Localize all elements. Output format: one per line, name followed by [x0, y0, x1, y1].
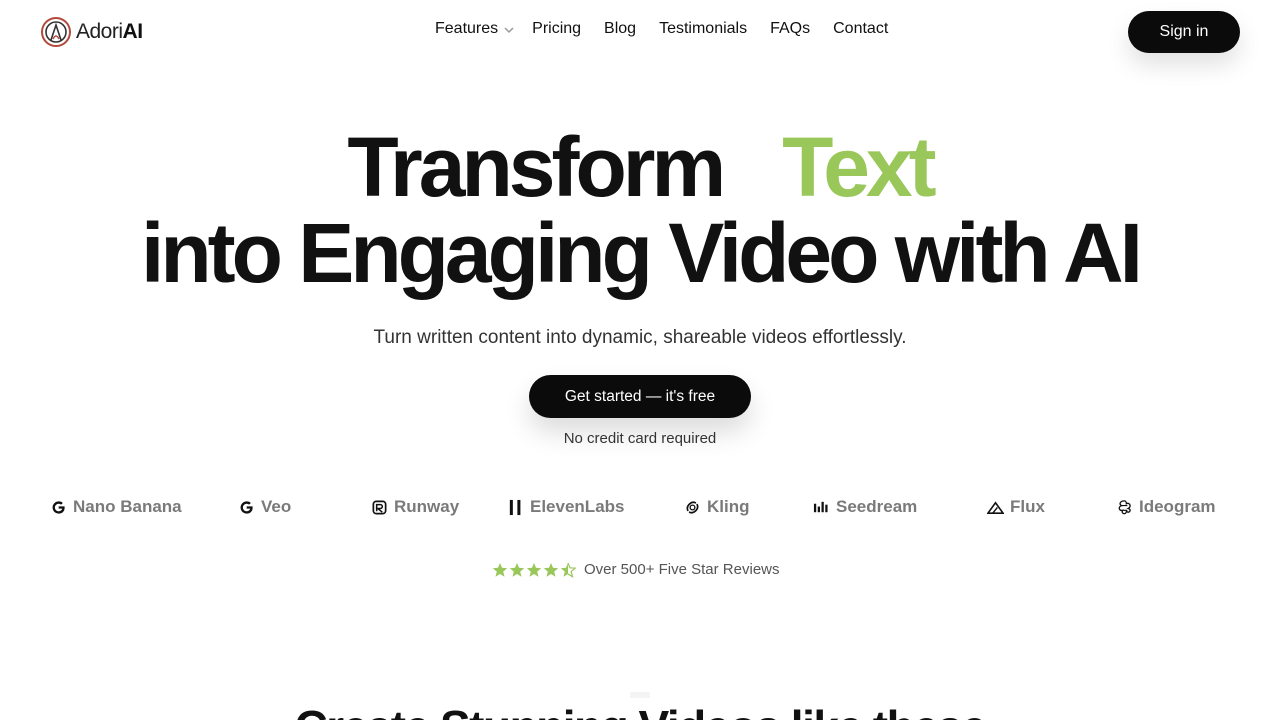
hero-title-transform: Transform [347, 120, 726, 214]
google-icon [52, 500, 65, 514]
runway-icon [372, 500, 387, 514]
model-name: Runway [394, 497, 460, 516]
seedream-icon [813, 501, 828, 512]
chevron-down-icon [504, 27, 514, 34]
nav-features[interactable]: Features [435, 20, 516, 38]
section-marker [630, 692, 650, 698]
model-runway: Runway [371, 497, 459, 517]
nav-testimonials[interactable]: Testimonials [659, 20, 747, 38]
star-rating [492, 562, 576, 578]
model-name: Flux [1010, 497, 1045, 516]
site-header: AdoriAI Features Pricing Blog Testimonia… [0, 0, 1280, 64]
adori-logo[interactable]: AdoriAI [40, 16, 143, 48]
hero-title-line1: Transform Text [0, 122, 1280, 212]
rating-row: Over 500+ Five Star Reviews [492, 561, 780, 578]
logo-icon [41, 17, 71, 47]
model-ideogram: Ideogram [1116, 497, 1216, 517]
ideogram-icon [1118, 499, 1131, 514]
model-name: ElevenLabs [530, 497, 625, 516]
nav-contact[interactable]: Contact [833, 20, 888, 38]
star-icon [526, 562, 542, 577]
model-flux: Flux [987, 497, 1045, 517]
rating-text: Over 500+ Five Star Reviews [584, 561, 780, 578]
hero-subtitle: Turn written content into dynamic, share… [373, 327, 907, 348]
sign-in-button[interactable]: Sign in [1128, 11, 1240, 53]
google-icon [240, 500, 253, 514]
main-nav: Features Pricing Blog Testimonials FAQs … [435, 20, 888, 38]
nav-features-label: Features [435, 20, 499, 37]
model-name: Ideogram [1139, 497, 1216, 516]
hero-title-line2: into Engaging Video with AI [141, 206, 1143, 300]
flux-icon [987, 500, 1004, 514]
star-icon [509, 562, 525, 577]
hero-title-accent: Text [782, 120, 936, 214]
model-logos-row: Nano Banana Veo Runway ElevenLabs Kling … [0, 497, 1280, 521]
model-name: Nano Banana [73, 497, 182, 516]
model-name: Seedream [836, 497, 918, 516]
model-elevenlabs: ElevenLabs [507, 497, 625, 517]
elevenlabs-icon [509, 499, 521, 515]
logo-text: AdoriAI [76, 20, 143, 43]
model-name: Veo [261, 497, 292, 516]
nav-pricing[interactable]: Pricing [532, 20, 581, 38]
model-name: Kling [707, 497, 750, 516]
get-started-button[interactable]: Get started — it's free [529, 375, 751, 418]
section-heading: Create Stunning Videos like these [0, 700, 1280, 720]
star-icon [492, 562, 508, 577]
kling-icon [686, 501, 699, 513]
star-icon [543, 562, 559, 577]
model-nano-banana: Nano Banana [50, 497, 182, 517]
model-veo: Veo [238, 497, 291, 517]
nav-blog[interactable]: Blog [604, 20, 636, 38]
half-star-icon [560, 562, 576, 578]
nav-faqs[interactable]: FAQs [770, 20, 810, 38]
model-kling: Kling [684, 497, 750, 517]
no-credit-card-note: No credit card required [563, 430, 717, 447]
model-seedream: Seedream [813, 497, 917, 517]
